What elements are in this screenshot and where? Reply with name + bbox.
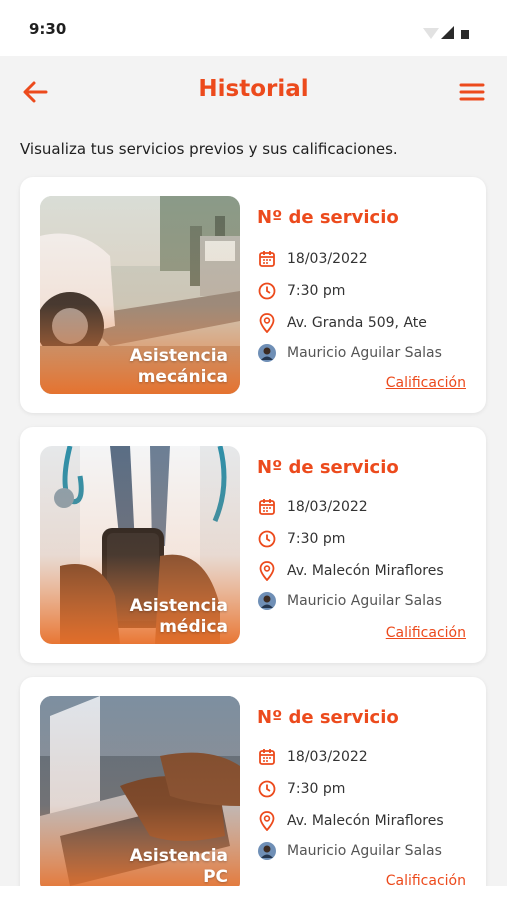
app-header: Historial [0, 56, 507, 128]
service-type-label: Asistencia mecánica [129, 346, 228, 387]
person-row: Mauricio Aguilar Salas [257, 591, 442, 611]
service-person: Mauricio Aguilar Salas [287, 843, 442, 859]
clock-icon [258, 282, 276, 300]
service-card[interactable]: Asistencia médica Nº de servicio 18/03/2… [20, 427, 486, 663]
page-subtitle: Visualiza tus servicios previos y sus ca… [20, 140, 398, 158]
service-address: Av. Malecón Miraflores [287, 813, 444, 829]
service-image-pc: Asistencia PC [40, 696, 240, 886]
service-number-title: Nº de servicio [257, 457, 399, 478]
wifi-icon [423, 28, 439, 39]
user-avatar-icon [258, 344, 276, 362]
location-pin-icon [259, 313, 275, 333]
battery-icon [461, 30, 469, 39]
rating-link[interactable]: Calificación [386, 375, 466, 391]
date-row: 18/03/2022 [257, 747, 368, 767]
address-row: Av. Granda 509, Ate [257, 313, 427, 333]
service-type-label: Asistencia médica [129, 596, 228, 637]
service-address: Av. Granda 509, Ate [287, 315, 427, 331]
hamburger-menu-icon [459, 83, 485, 101]
calendar-icon [259, 499, 275, 515]
service-card[interactable]: Asistencia mecánica Nº de servicio 18/03… [20, 177, 486, 413]
service-date: 18/03/2022 [287, 749, 368, 765]
service-card[interactable]: Asistencia PC Nº de servicio 18/03/2022 … [20, 677, 486, 886]
user-avatar-icon [258, 842, 276, 860]
service-image-mecanica: Asistencia mecánica [40, 196, 240, 394]
time-row: 7:30 pm [257, 529, 345, 549]
status-bar: 9:30 [0, 0, 507, 56]
service-date: 18/03/2022 [287, 251, 368, 267]
service-number-title: Nº de servicio [257, 707, 399, 728]
signal-icon [441, 26, 454, 39]
menu-button[interactable] [457, 78, 487, 106]
content-area: Historial Visualiza tus servicios previo… [0, 56, 507, 886]
service-person: Mauricio Aguilar Salas [287, 345, 442, 361]
rating-link[interactable]: Calificación [386, 625, 466, 641]
service-person: Mauricio Aguilar Salas [287, 593, 442, 609]
calendar-icon [259, 251, 275, 267]
clock-icon [258, 530, 276, 548]
address-row: Av. Malecón Miraflores [257, 811, 444, 831]
date-row: 18/03/2022 [257, 497, 368, 517]
location-pin-icon [259, 811, 275, 831]
service-time: 7:30 pm [287, 781, 346, 797]
location-pin-icon [259, 561, 275, 581]
rating-link[interactable]: Calificación [386, 873, 466, 886]
time-row: 7:30 pm [257, 779, 345, 799]
service-date: 18/03/2022 [287, 499, 368, 515]
service-type-label: Asistencia PC [129, 846, 228, 886]
service-address: Av. Malecón Miraflores [287, 563, 444, 579]
person-row: Mauricio Aguilar Salas [257, 343, 442, 363]
bottom-strip [0, 886, 507, 900]
calendar-icon [259, 749, 275, 765]
clock-icon [258, 780, 276, 798]
service-time: 7:30 pm [287, 531, 346, 547]
address-row: Av. Malecón Miraflores [257, 561, 444, 581]
time-row: 7:30 pm [257, 281, 345, 301]
service-time: 7:30 pm [287, 283, 346, 299]
person-row: Mauricio Aguilar Salas [257, 841, 442, 861]
service-image-medica: Asistencia médica [40, 446, 240, 644]
service-number-title: Nº de servicio [257, 207, 399, 228]
status-time: 9:30 [29, 20, 67, 38]
status-icons [423, 26, 469, 39]
page-title: Historial [198, 76, 309, 102]
date-row: 18/03/2022 [257, 249, 368, 269]
user-avatar-icon [258, 592, 276, 610]
